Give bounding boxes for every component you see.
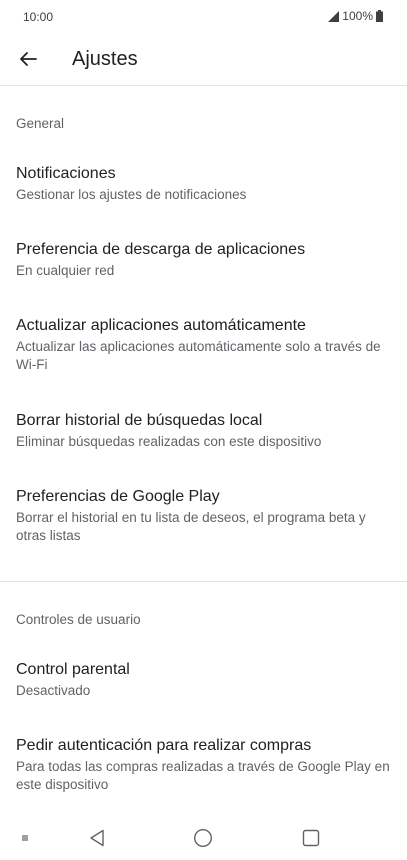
setting-title: Pedir autenticación para realizar compra… (16, 737, 312, 754)
status-indicators: 100% (328, 9, 383, 23)
battery-icon (376, 10, 383, 22)
setting-subtitle: Gestionar los ajustes de notificaciones (16, 187, 247, 202)
square-recents-icon (302, 829, 320, 847)
setting-subtitle: Desactivado (16, 683, 91, 698)
setting-title: Preferencia de descarga de aplicaciones (16, 241, 306, 258)
arrow-back-icon (20, 52, 37, 66)
nav-recents-button[interactable] (299, 826, 323, 850)
nav-back-button[interactable] (85, 826, 109, 850)
section-header-user-controls: Controles de usuario (16, 612, 141, 627)
setting-clear-search-history[interactable]: Borrar historial de búsquedas local Elim… (0, 410, 407, 451)
signal-icon (328, 10, 340, 22)
app-bar: Ajustes (0, 34, 407, 86)
setting-subtitle: En cualquier red (16, 263, 115, 278)
setting-title: Notificaciones (16, 165, 116, 182)
setting-title: Preferencias de Google Play (16, 488, 220, 505)
setting-title: Actualizar aplicaciones automáticamente (16, 317, 306, 334)
setting-download-preference[interactable]: Preferencia de descarga de aplicaciones … (0, 239, 407, 280)
battery-percent: 100% (342, 9, 373, 23)
setting-subtitle: Actualizar las aplicaciones automáticame… (16, 339, 381, 372)
setting-subtitle: Borrar el historial en tu lista de deseo… (16, 510, 366, 543)
back-button[interactable] (12, 43, 44, 75)
circle-home-icon (193, 828, 213, 848)
setting-subtitle: Para todas las compras realizadas a trav… (16, 759, 390, 792)
dot-icon (22, 835, 28, 841)
section-header-general: General (16, 116, 65, 131)
setting-title: Borrar historial de búsquedas local (16, 412, 263, 429)
setting-notifications[interactable]: Notificaciones Gestionar los ajustes de … (0, 163, 407, 204)
section-divider (0, 581, 407, 582)
nav-home-button[interactable] (191, 826, 215, 850)
page-title: Ajustes (72, 48, 138, 70)
setting-parental-control[interactable]: Control parental Desactivado (0, 659, 407, 700)
status-bar: 10:00 100% (0, 0, 407, 34)
nav-menu-button[interactable] (19, 826, 31, 850)
triangle-back-icon (90, 829, 104, 847)
setting-auto-update[interactable]: Actualizar aplicaciones automáticamente … (0, 315, 407, 374)
setting-subtitle: Eliminar búsquedas realizadas con este d… (16, 434, 322, 449)
setting-purchase-authentication[interactable]: Pedir autenticación para realizar compra… (0, 735, 407, 794)
status-time: 10:00 (23, 10, 54, 24)
setting-title: Control parental (16, 661, 130, 678)
system-nav-bar (0, 816, 407, 860)
setting-google-play-preferences[interactable]: Preferencias de Google Play Borrar el hi… (0, 486, 407, 545)
